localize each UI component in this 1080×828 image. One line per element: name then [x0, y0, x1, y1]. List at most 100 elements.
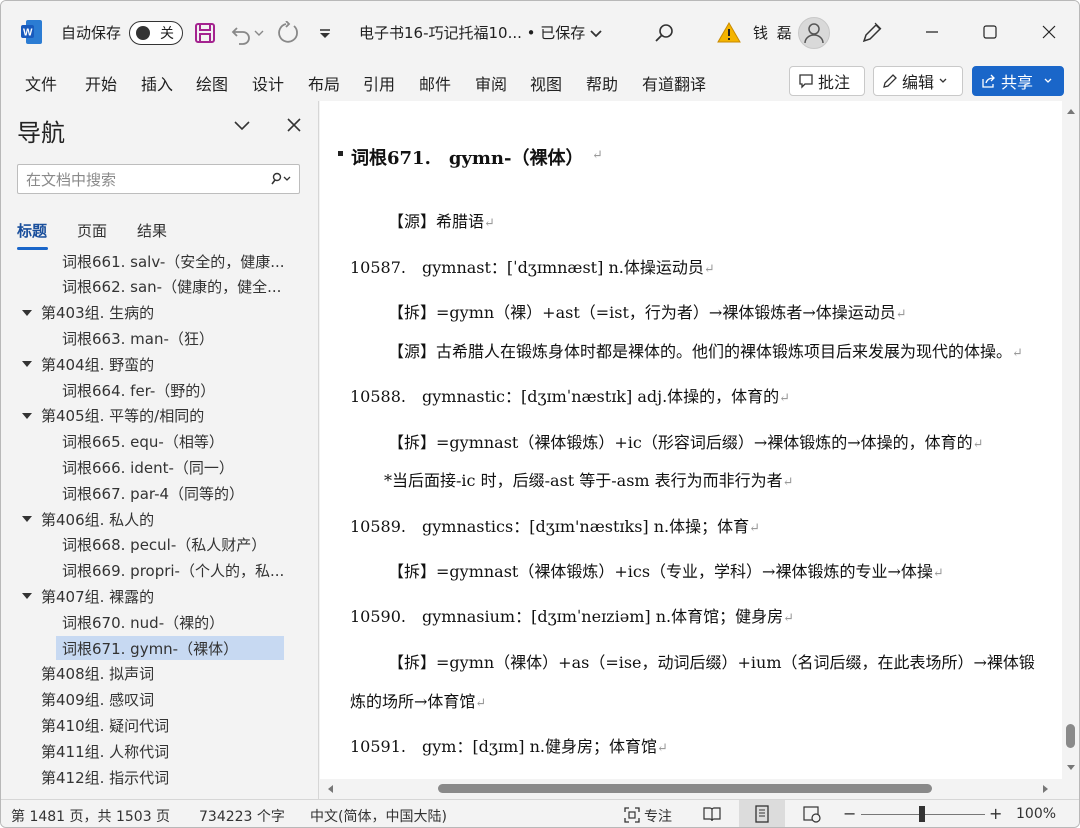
status-bar: 第 1481 页，共 1503 页 734223 个字 中文(简体，中国大陆) … — [1, 799, 1079, 827]
nav-tab-headings[interactable]: 标题 — [17, 220, 47, 241]
collapse-caret-icon[interactable] — [21, 410, 33, 422]
pen-icon[interactable] — [859, 21, 883, 45]
chevron-down-icon[interactable] — [1043, 76, 1053, 86]
nav-heading-item[interactable]: 词根670. nud-（裸的） — [62, 610, 224, 634]
tab-home[interactable]: 开始 — [85, 71, 117, 95]
root-heading: 词根671. gymn-（裸体） — [351, 148, 584, 169]
nav-search-placeholder: 在文档中搜索 — [26, 171, 117, 189]
scroll-left-icon[interactable] — [326, 784, 334, 794]
nav-heading-item[interactable]: 第409组. 感叹词 — [41, 688, 154, 712]
undo-dropdown-icon[interactable] — [253, 21, 265, 45]
vertical-scrollbar[interactable] — [1062, 101, 1079, 779]
paragraph-mark: ↵ — [656, 741, 668, 756]
nav-heading-item[interactable]: 词根662. san-（健康的，健全... — [62, 275, 281, 299]
pencil-icon — [883, 74, 897, 88]
search-icon[interactable] — [269, 172, 293, 186]
search-icon[interactable] — [653, 21, 677, 45]
share-icon — [982, 74, 995, 88]
collapse-caret-icon[interactable] — [21, 590, 33, 602]
nav-heading-item[interactable]: 词根664. fer-（野的） — [62, 378, 215, 402]
nav-heading-item[interactable]: 第404组. 野蛮的 — [41, 352, 154, 376]
print-layout-button[interactable] — [739, 800, 785, 827]
nav-heading-item[interactable]: 第412组. 指示代词 — [41, 765, 169, 789]
nav-heading-item[interactable]: 词根665. equ-（相等） — [62, 430, 224, 454]
nav-heading-item[interactable]: 词根667. par-4（同等的） — [62, 481, 244, 505]
word-count[interactable]: 734223 个字 — [199, 806, 285, 826]
tab-layout[interactable]: 布局 — [308, 71, 340, 95]
tab-references[interactable]: 引用 — [363, 71, 395, 95]
editing-mode-button[interactable]: 编辑 — [873, 66, 963, 96]
nav-heading-item[interactable]: 第410组. 疑问代词 — [41, 713, 169, 737]
close-icon[interactable] — [1034, 17, 1064, 47]
tab-insert[interactable]: 插入 — [141, 71, 173, 95]
nav-heading-item[interactable]: 词根661. salv-（安全的，健康... — [62, 253, 285, 273]
horizontal-scrollbar[interactable] — [320, 779, 1062, 799]
horizontal-scroll-thumb[interactable] — [438, 784, 932, 793]
nav-heading-item[interactable]: 词根671. gymn-（裸体） — [62, 636, 238, 660]
document-line: *当后面接-ic 时，后缀-ast 等于-asm 表行为而非行为者↵ — [384, 471, 794, 490]
web-layout-icon[interactable] — [803, 805, 821, 823]
nav-heading-item[interactable]: 第406组. 私人的 — [41, 507, 154, 531]
tab-design[interactable]: 设计 — [252, 71, 284, 95]
paragraph-mark: ↵ — [779, 391, 791, 406]
maximize-icon[interactable] — [975, 17, 1005, 47]
customize-toolbar-icon[interactable] — [313, 21, 337, 45]
share-button[interactable]: 共享 — [972, 66, 1064, 96]
tab-file[interactable]: 文件 — [25, 71, 57, 95]
page-count[interactable]: 第 1481 页，共 1503 页 — [11, 806, 170, 826]
nav-tab-results[interactable]: 结果 — [137, 220, 167, 241]
nav-tab-pages[interactable]: 页面 — [77, 220, 107, 241]
avatar[interactable] — [798, 17, 830, 49]
nav-heading-item[interactable]: 词根669. propri-（个人的，私... — [62, 559, 284, 583]
collapse-caret-icon[interactable] — [21, 513, 33, 525]
nav-heading-item[interactable]: 第403组. 生病的 — [41, 301, 154, 325]
minimize-icon[interactable] — [917, 17, 947, 47]
nav-heading-item[interactable]: 第407组. 裸露的 — [41, 584, 154, 608]
tab-mailings[interactable]: 邮件 — [419, 71, 451, 95]
tab-draw[interactable]: 绘图 — [196, 71, 228, 95]
nav-heading-item[interactable]: 第408组. 拟声词 — [41, 662, 154, 686]
vertical-scroll-thumb[interactable] — [1066, 724, 1075, 748]
chevron-down-icon[interactable] — [233, 119, 251, 133]
nav-heading-item[interactable]: 词根668. pecul-（私人财产） — [62, 533, 266, 557]
navigation-pane: 导航 在文档中搜索 标题 页面 结果 词根661. salv-（安全的，健康..… — [1, 101, 319, 799]
paragraph-mark: ↵ — [783, 611, 794, 626]
nav-heading-item[interactable]: 词根663. man-（狂） — [62, 326, 214, 350]
tab-help[interactable]: 帮助 — [586, 71, 618, 95]
undo-icon[interactable] — [229, 21, 253, 45]
collapse-caret-icon[interactable] — [21, 358, 33, 370]
scroll-right-icon[interactable] — [1042, 784, 1050, 794]
title-dropdown-icon[interactable] — [589, 21, 603, 45]
paragraph-mark: ↵ — [932, 566, 944, 581]
warning-icon[interactable] — [717, 21, 741, 45]
autosave-state: 关 — [160, 26, 174, 42]
save-icon[interactable] — [193, 21, 217, 45]
nav-heading-item[interactable]: 第405组. 平等的/相同的 — [41, 404, 204, 428]
tab-view[interactable]: 视图 — [530, 71, 562, 95]
tab-review[interactable]: 审阅 — [475, 71, 507, 95]
scroll-up-icon[interactable] — [1066, 107, 1076, 115]
autosave-toggle[interactable]: 关 — [129, 21, 183, 45]
collapse-caret-icon[interactable] — [21, 307, 33, 319]
toggle-knob — [136, 26, 150, 40]
comments-button[interactable]: 批注 — [789, 66, 865, 96]
focus-button[interactable]: 专注 — [644, 806, 672, 826]
nav-heading-item[interactable]: 词根666. ident-（同一） — [62, 455, 234, 479]
close-icon[interactable] — [286, 117, 302, 133]
print-layout-icon — [755, 805, 769, 823]
nav-search-input[interactable]: 在文档中搜索 — [17, 164, 300, 194]
document-canvas[interactable]: 词根671. gymn-（裸体） ↵ 【源】希腊语↵ 10587. gymnast… — [320, 101, 1062, 779]
zoom-level[interactable]: 100% — [1016, 806, 1056, 822]
paragraph-mark: ↵ — [703, 262, 715, 277]
tab-youdao-translate[interactable]: 有道翻译 — [642, 71, 706, 95]
zoom-in-button[interactable]: + — [989, 804, 1002, 823]
language-indicator[interactable]: 中文(简体，中国大陆) — [310, 806, 447, 826]
scroll-down-icon[interactable] — [1066, 764, 1076, 772]
redo-icon[interactable] — [275, 21, 299, 45]
nav-heading-item[interactable]: 第411组. 人称代词 — [41, 739, 169, 763]
zoom-out-button[interactable]: − — [843, 804, 856, 823]
zoom-slider-thumb[interactable] — [919, 806, 925, 822]
user-name[interactable]: 钱 磊 — [753, 1, 794, 63]
document-title[interactable]: 电子书16-巧记托福10... • 已保存 — [359, 1, 585, 63]
read-mode-icon[interactable] — [703, 805, 721, 823]
